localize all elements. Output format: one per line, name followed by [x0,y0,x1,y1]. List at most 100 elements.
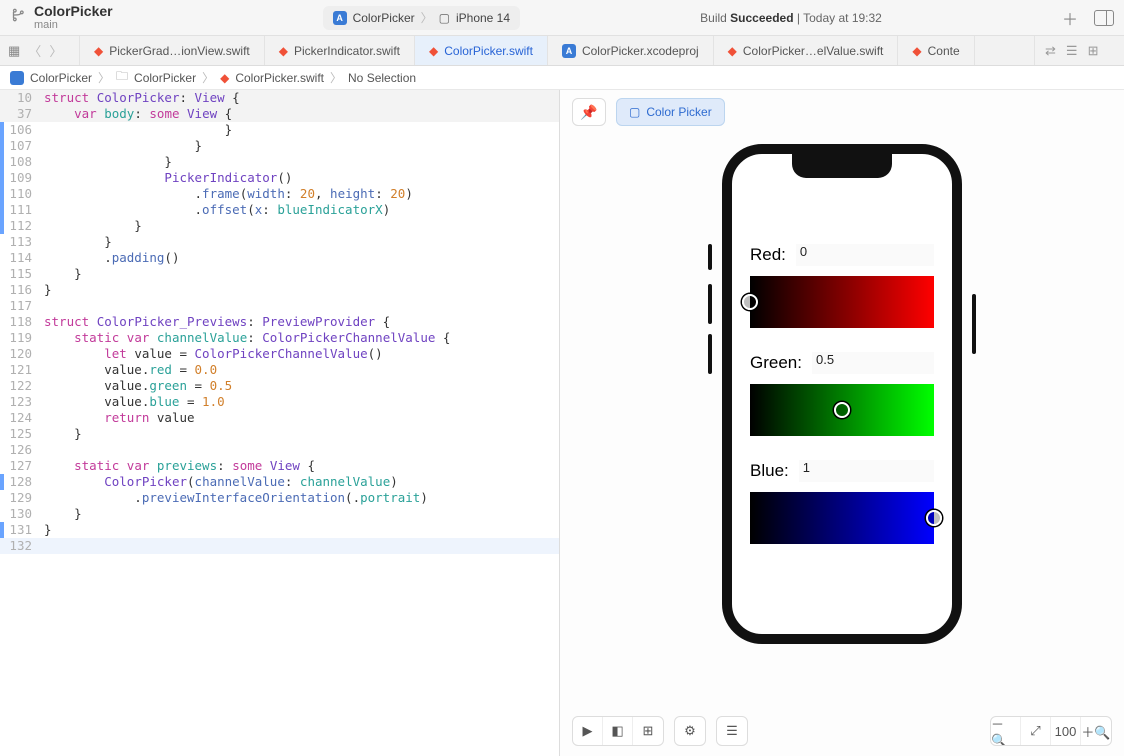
code-line[interactable]: 124 return value [0,410,559,426]
editor-tab[interactable]: AColorPicker.xcodeproj [548,36,714,65]
code-line[interactable]: 108 } [0,154,559,170]
code-line[interactable]: 127 static var previews: some View { [0,458,559,474]
code-line[interactable]: 119 static var channelValue: ColorPicker… [0,330,559,346]
editor-tab[interactable]: ◆Conte [898,36,974,65]
code-editor[interactable]: 10struct ColorPicker: View {37 var body:… [0,90,560,756]
variants-button[interactable]: ⊞ [633,716,663,746]
code-line[interactable]: 117 [0,298,559,314]
code-line[interactable]: 116} [0,282,559,298]
code-line[interactable]: 132 [0,538,559,554]
blue-gradient-slider[interactable] [750,492,934,544]
preview-selector[interactable]: ▢ Color Picker [616,98,725,126]
code-line[interactable]: 128 ColorPicker(channelValue: channelVal… [0,474,559,490]
code-text[interactable]: struct ColorPicker: View { [40,90,559,106]
code-text[interactable]: } [40,282,559,298]
code-text[interactable]: } [40,266,559,282]
code-text[interactable]: value.blue = 1.0 [40,394,559,410]
add-tab-icon[interactable]: ＋ [1062,6,1078,30]
code-text[interactable]: .padding() [40,250,559,266]
project-title[interactable]: ColorPicker main [34,4,113,31]
editor-tab[interactable]: ◆PickerIndicator.swift [265,36,415,65]
code-text[interactable]: ColorPicker(channelValue: channelValue) [40,474,559,490]
green-indicator[interactable] [834,402,850,418]
code-line[interactable]: 129 .previewInterfaceOrientation(.portra… [0,490,559,506]
code-line[interactable]: 115 } [0,266,559,282]
preview-viewport[interactable]: Red: 0 Green: 0.5 [560,134,1124,756]
code-line[interactable]: 106 } [0,122,559,138]
code-text[interactable] [40,538,559,554]
code-line[interactable]: 131} [0,522,559,538]
code-text[interactable]: struct ColorPicker_Previews: PreviewProv… [40,314,559,330]
selectable-preview-button[interactable]: ◧ [603,716,633,746]
code-line[interactable]: 114 .padding() [0,250,559,266]
nav-back-icon[interactable]: 〈 [28,41,41,60]
red-indicator[interactable] [742,294,758,310]
code-line[interactable]: 107 } [0,138,559,154]
code-text[interactable]: } [40,138,559,154]
add-editor-icon[interactable]: ⊞ [1088,43,1099,59]
code-text[interactable]: } [40,218,559,234]
zoom-in-button[interactable]: ＋🔍 [1081,716,1111,746]
code-line[interactable]: 110 .frame(width: 20, height: 20) [0,186,559,202]
blue-indicator[interactable] [926,510,942,526]
code-line[interactable]: 37 var body: some View { [0,106,559,122]
code-text[interactable]: value.red = 0.0 [40,362,559,378]
code-text[interactable]: } [40,506,559,522]
editor-tab[interactable]: ◆ColorPicker…elValue.swift [714,36,899,65]
code-text[interactable]: } [40,522,559,538]
code-line[interactable]: 111 .offset(x: blueIndicatorX) [0,202,559,218]
nav-forward-icon[interactable]: 〉 [49,41,62,60]
code-text[interactable]: .previewInterfaceOrientation(.portrait) [40,490,559,506]
code-line[interactable]: 118struct ColorPicker_Previews: PreviewP… [0,314,559,330]
toggle-sync-icon[interactable]: ⇄ [1045,43,1056,59]
preview-config-button[interactable]: ☰ [717,716,747,746]
red-gradient-slider[interactable] [750,276,934,328]
code-text[interactable]: } [40,234,559,250]
code-line[interactable]: 130 } [0,506,559,522]
code-line[interactable]: 126 [0,442,559,458]
blue-channel-header: Blue: 1 [750,460,934,482]
adjust-layout-icon[interactable]: ☰ [1066,43,1078,59]
code-line[interactable]: 122 value.green = 0.5 [0,378,559,394]
code-line[interactable]: 121 value.red = 0.0 [0,362,559,378]
code-text[interactable]: static var channelValue: ColorPickerChan… [40,330,559,346]
editor-tab[interactable]: ◆PickerGrad…ionView.swift [80,36,265,65]
code-text[interactable]: PickerIndicator() [40,170,559,186]
editor-tab[interactable]: ◆ColorPicker.swift [415,36,548,65]
code-line[interactable]: 120 let value = ColorPickerChannelValue(… [0,346,559,362]
code-text[interactable]: .frame(width: 20, height: 20) [40,186,559,202]
code-text[interactable]: var body: some View { [40,106,559,122]
related-items-icon[interactable]: ▦ [8,43,20,59]
code-text[interactable]: } [40,426,559,442]
code-text[interactable]: } [40,122,559,138]
device-settings-button[interactable]: ⚙ [675,716,705,746]
blue-value-field[interactable]: 1 [799,460,934,482]
code-line[interactable]: 109 PickerIndicator() [0,170,559,186]
code-text[interactable]: .offset(x: blueIndicatorX) [40,202,559,218]
code-line[interactable]: 10struct ColorPicker: View { [0,90,559,106]
right-panel-toggle-icon[interactable] [1094,10,1114,26]
zoom-out-button[interactable]: －🔍 [991,716,1021,746]
code-line[interactable]: 123 value.blue = 1.0 [0,394,559,410]
code-text[interactable]: static var previews: some View { [40,458,559,474]
code-text[interactable]: let value = ColorPickerChannelValue() [40,346,559,362]
zoom-actual-button[interactable]: 100 [1051,716,1081,746]
green-label: Green: [750,353,802,373]
live-preview-button[interactable]: ▶ [573,716,603,746]
code-text[interactable]: value.green = 0.5 [40,378,559,394]
pin-preview-button[interactable]: 📌 [572,98,606,126]
code-line[interactable]: 125 } [0,426,559,442]
zoom-fit-button[interactable]: ⤢ [1021,716,1051,746]
code-line[interactable]: 113 } [0,234,559,250]
green-gradient-slider[interactable] [750,384,934,436]
breadcrumb[interactable]: ColorPicker 〉 🗀 ColorPicker 〉 ◆ ColorPic… [0,66,1124,90]
code-text[interactable]: } [40,154,559,170]
code-text[interactable] [40,442,559,458]
scheme-selector[interactable]: A ColorPicker 〉 ▢ iPhone 14 [323,6,520,30]
code-text[interactable] [40,298,559,314]
swift-icon: ◆ [94,44,103,58]
red-value-field[interactable]: 0 [796,244,934,266]
code-line[interactable]: 112 } [0,218,559,234]
green-value-field[interactable]: 0.5 [812,352,934,374]
code-text[interactable]: return value [40,410,559,426]
